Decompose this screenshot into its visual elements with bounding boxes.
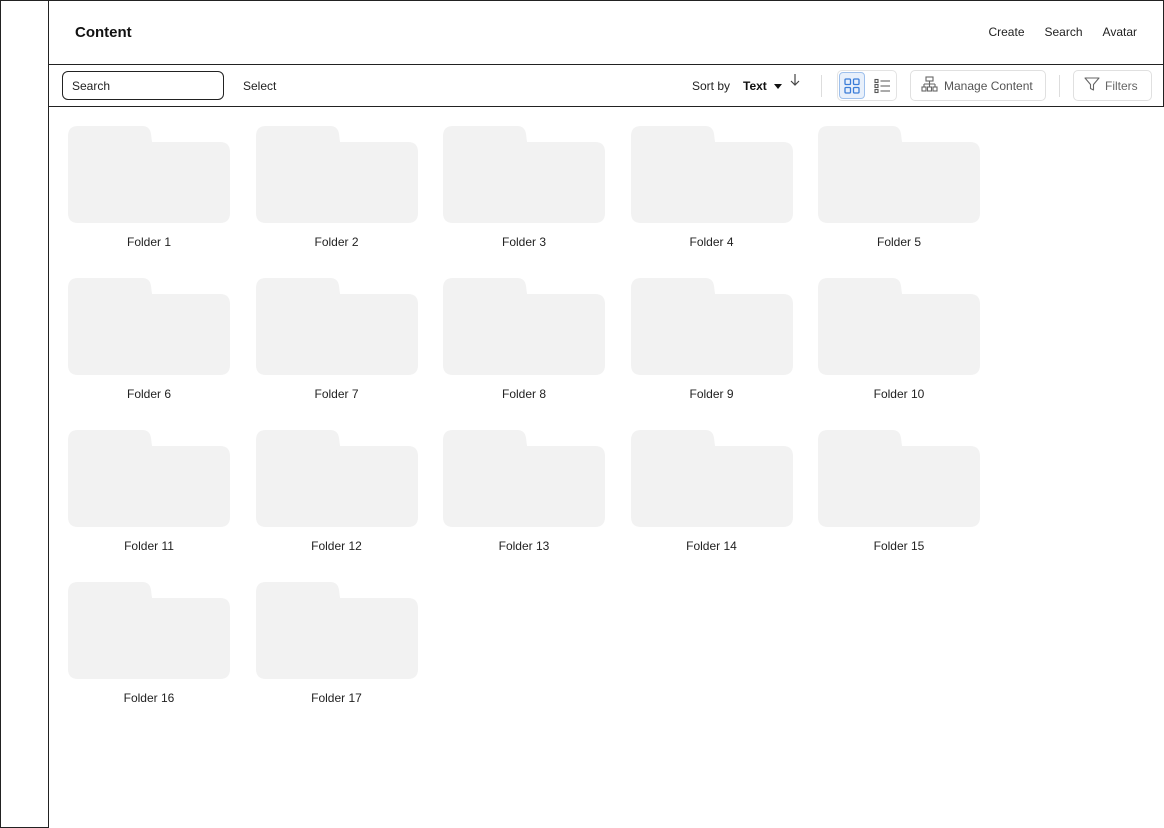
folder-tile[interactable]: Folder 9: [630, 278, 793, 410]
folder-label: Folder 6: [126, 387, 172, 401]
select-button[interactable]: Select: [243, 79, 276, 93]
folder-label: Folder 15: [873, 539, 925, 553]
sitemap-icon: [921, 75, 938, 96]
search-link[interactable]: Search: [1045, 25, 1083, 39]
folder-icon: [630, 430, 793, 527]
folder-tile[interactable]: Folder 1: [68, 126, 230, 258]
folder-icon: [818, 278, 980, 375]
folder-tile[interactable]: Folder 3: [443, 126, 605, 258]
search-input[interactable]: [62, 71, 224, 100]
folder-tile[interactable]: Folder 14: [630, 430, 793, 562]
folder-icon: [443, 430, 605, 527]
folder-label: Folder 7: [314, 387, 359, 401]
grid-view-icon[interactable]: [839, 72, 865, 99]
list-view-icon[interactable]: [869, 72, 895, 99]
folder-tile[interactable]: Folder 13: [443, 430, 605, 562]
page-title: Content: [75, 24, 132, 41]
page-header: Content Create Search Avatar: [48, 0, 1164, 66]
create-link[interactable]: Create: [988, 25, 1024, 39]
folder-icon: [68, 126, 230, 223]
folder-tile[interactable]: Folder 15: [818, 430, 980, 562]
filter-icon: [1084, 76, 1100, 95]
folder-label: Folder 11: [124, 539, 174, 553]
filters-label: Filters: [1105, 78, 1138, 93]
header-nav: Create Search Avatar: [988, 25, 1137, 39]
folder-tile[interactable]: Folder 16: [68, 582, 230, 714]
folder-icon: [630, 278, 793, 375]
folder-label: Folder 16: [123, 691, 175, 705]
folder-tile[interactable]: Folder 6: [68, 278, 230, 410]
sort-dropdown[interactable]: Text: [743, 79, 782, 93]
folder-label: Folder 17: [311, 691, 362, 705]
manage-content-label: Manage Content: [944, 78, 1033, 93]
toolbar: Select Sort by Text: [48, 64, 1164, 107]
folder-label: Folder 5: [876, 235, 922, 249]
folder-icon: [255, 126, 418, 223]
folder-label: Folder 10: [873, 387, 925, 401]
folder-icon: [255, 278, 418, 375]
folder-label: Folder 2: [314, 235, 359, 249]
folder-label: Folder 8: [501, 387, 547, 401]
folder-tile[interactable]: Folder 10: [818, 278, 980, 410]
folder-label: Folder 1: [126, 235, 172, 249]
sort-label: Sort by: [692, 79, 731, 93]
filters-button[interactable]: Filters: [1073, 70, 1152, 101]
folder-icon: [255, 430, 418, 527]
folder-tile[interactable]: Folder 8: [443, 278, 605, 410]
avatar-link[interactable]: Avatar: [1103, 25, 1137, 39]
folder-tile[interactable]: Folder 11: [68, 430, 230, 562]
caret-down-icon: [773, 83, 782, 89]
folder-tile[interactable]: Folder 2: [255, 126, 418, 258]
folder-icon: [630, 126, 793, 223]
toolbar-divider: [1059, 75, 1060, 97]
arrow-down-icon[interactable]: [789, 73, 801, 92]
folder-tile[interactable]: Folder 5: [818, 126, 980, 258]
folder-label: Folder 4: [689, 235, 734, 249]
main-area: Content Create Search Avatar Select Sort…: [48, 0, 1164, 828]
folder-tile[interactable]: Folder 7: [255, 278, 418, 410]
sort-value: Text: [743, 79, 767, 93]
folder-label: Folder 3: [501, 235, 547, 249]
folder-label: Folder 14: [686, 539, 737, 553]
folder-label: Folder 12: [311, 539, 362, 553]
manage-content-button[interactable]: Manage Content: [910, 70, 1046, 101]
folder-icon: [443, 126, 605, 223]
folder-tile[interactable]: Folder 17: [255, 582, 418, 714]
folder-icon: [818, 430, 980, 527]
folder-label: Folder 9: [689, 387, 734, 401]
sidebar: [0, 0, 49, 828]
folder-label: Folder 13: [498, 539, 550, 553]
folder-icon: [68, 582, 230, 679]
folder-icon: [443, 278, 605, 375]
folder-tile[interactable]: Folder 12: [255, 430, 418, 562]
folder-icon: [255, 582, 418, 679]
folder-icon: [68, 430, 230, 527]
folder-tile[interactable]: Folder 4: [630, 126, 793, 258]
folder-icon: [68, 278, 230, 375]
folder-icon: [818, 126, 980, 223]
toolbar-divider: [821, 75, 822, 97]
folder-grid: Folder 1 Folder 2 Folder 3 Folder 4 Folder 5…: [68, 126, 1008, 714]
